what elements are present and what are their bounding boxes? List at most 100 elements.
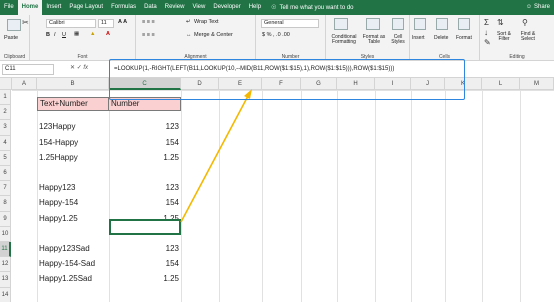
cell-c13[interactable]: 1.25	[109, 272, 179, 286]
tab-developer[interactable]: Developer	[209, 0, 244, 15]
merge-center-button[interactable]: Merge & Center	[194, 32, 233, 38]
tab-formulas[interactable]: Formulas	[107, 0, 140, 15]
delete-button[interactable]: Delete	[434, 35, 448, 41]
cell-b11[interactable]: Happy123Sad	[39, 242, 90, 256]
row-header-1[interactable]: 1	[0, 90, 11, 106]
insert-button[interactable]: Insert	[412, 35, 425, 41]
tab-data[interactable]: Data	[140, 0, 161, 15]
cell-c8[interactable]: 154	[109, 196, 179, 210]
formula-input[interactable]: =LOOKUP(1,-RIGHT(LEFT(B11,LOOKUP(10,--MI…	[114, 66, 394, 72]
cell-b7[interactable]: Happy123	[39, 181, 75, 195]
number-format-select[interactable]: General	[261, 19, 319, 28]
conditional-formatting-button[interactable]: Conditional Formatting	[328, 35, 360, 45]
fx-icon[interactable]: ✕ ✓ fx	[70, 64, 88, 71]
column-header-c[interactable]: C	[109, 78, 181, 90]
tab-view[interactable]: View	[188, 0, 209, 15]
format-cells-icon[interactable]	[458, 18, 470, 30]
column-header-d[interactable]: D	[181, 78, 219, 90]
cell-b12[interactable]: Happy-154-Sad	[39, 257, 95, 271]
fill-color-icon[interactable]: ▲	[90, 31, 95, 37]
row-header-10[interactable]: 10	[0, 226, 11, 242]
merge-icon[interactable]: ↔	[186, 32, 192, 38]
align-left-icon[interactable]: ≡ ≡ ≡	[142, 32, 155, 38]
column-header-k[interactable]: K	[445, 78, 482, 90]
insert-cells-icon[interactable]	[414, 18, 426, 30]
italic-icon[interactable]: I	[54, 32, 56, 38]
font-size-select[interactable]: 11	[98, 19, 114, 28]
column-header-j[interactable]: J	[411, 78, 445, 90]
row-header-3[interactable]: 3	[0, 120, 11, 136]
borders-icon[interactable]: ▦	[74, 31, 79, 37]
cell-styles-button[interactable]: Cell Styles	[388, 35, 408, 45]
column-header-e[interactable]: E	[219, 78, 262, 90]
share-button[interactable]: ☺ Share	[526, 0, 550, 15]
active-cell-c11[interactable]	[109, 219, 181, 235]
row-header-13[interactable]: 13	[0, 272, 11, 288]
column-header-g[interactable]: G	[301, 78, 337, 90]
name-box[interactable]: C11	[2, 64, 54, 75]
wrap-text-button[interactable]: Wrap Text	[194, 19, 219, 25]
cell-c5[interactable]: 1.25	[109, 151, 179, 165]
tab-insert[interactable]: Insert	[42, 0, 65, 15]
cell-c11[interactable]: 123	[109, 242, 179, 256]
tab-help[interactable]: Help	[245, 0, 265, 15]
tab-file[interactable]: File	[0, 0, 18, 15]
delete-cells-icon[interactable]	[436, 18, 448, 30]
bold-icon[interactable]: B	[46, 32, 50, 38]
grow-font-icon[interactable]: A A	[118, 19, 127, 25]
cell-c3[interactable]: 123	[109, 120, 179, 134]
tab-page-layout[interactable]: Page Layout	[65, 0, 107, 15]
find-select-button[interactable]: Find & Select	[516, 32, 540, 42]
column-header-f[interactable]: F	[262, 78, 301, 90]
format-as-table-button[interactable]: Format as Table	[360, 35, 388, 45]
cut-icon[interactable]: ✂	[22, 18, 29, 27]
column-header-h[interactable]: H	[337, 78, 375, 90]
column-header-i[interactable]: I	[375, 78, 411, 90]
column-header-l[interactable]: L	[482, 78, 520, 90]
cell-styles-icon[interactable]	[392, 18, 404, 30]
cell-c12[interactable]: 154	[109, 257, 179, 271]
sort-filter-button[interactable]: Sort & Filter	[493, 32, 515, 42]
sort-filter-icon[interactable]: ⇅	[497, 18, 504, 27]
wrap-text-icon[interactable]: ↵	[186, 19, 191, 25]
align-top-icon[interactable]: ≡ ≡ ≡	[142, 19, 155, 25]
format-table-icon[interactable]	[366, 18, 380, 30]
column-header-m[interactable]: M	[520, 78, 554, 90]
column-header-b[interactable]: B	[37, 78, 109, 90]
row-header-11[interactable]: 11	[0, 242, 11, 258]
header-text-number[interactable]: Text+Number	[37, 97, 109, 111]
find-icon[interactable]: ⚲	[522, 18, 528, 27]
font-color-icon[interactable]: A	[106, 31, 110, 37]
paste-button[interactable]: Paste	[4, 35, 18, 41]
row-header-9[interactable]: 9	[0, 211, 11, 227]
tell-me-box[interactable]: ☉ Tell me what you want to do	[271, 4, 353, 12]
row-header-2[interactable]: 2	[0, 105, 11, 121]
cell-b4[interactable]: 154-Happy	[39, 136, 78, 150]
underline-icon[interactable]: U	[62, 32, 66, 38]
select-all-corner[interactable]	[0, 78, 12, 90]
row-header-8[interactable]: 8	[0, 196, 11, 212]
tab-review[interactable]: Review	[161, 0, 189, 15]
fill-icon[interactable]: ↓	[484, 28, 488, 37]
format-button[interactable]: Format	[456, 35, 472, 41]
row-header-7[interactable]: 7	[0, 181, 11, 197]
row-header-5[interactable]: 5	[0, 150, 11, 166]
accounting-icon[interactable]: $ % , .0 .00	[262, 32, 290, 38]
cell-c7[interactable]: 123	[109, 181, 179, 195]
header-number[interactable]: Number	[108, 97, 181, 111]
conditional-formatting-icon[interactable]	[334, 18, 348, 30]
font-name-select[interactable]: Calibri	[46, 19, 96, 28]
row-header-12[interactable]: 12	[0, 257, 11, 273]
row-header-4[interactable]: 4	[0, 135, 11, 151]
cell-b13[interactable]: Happy1.25Sad	[39, 272, 92, 286]
autosum-icon[interactable]: Σ	[484, 18, 489, 27]
cell-b3[interactable]: 123Happy	[39, 120, 75, 134]
cell-c4[interactable]: 154	[109, 136, 179, 150]
row-header-14[interactable]: 14	[0, 287, 11, 302]
cell-b8[interactable]: Happy-154	[39, 196, 78, 210]
row-header-6[interactable]: 6	[0, 166, 11, 182]
clear-icon[interactable]: ✎	[484, 38, 491, 47]
cell-b9[interactable]: Happy1.25	[39, 212, 78, 226]
tab-home[interactable]: Home	[17, 0, 43, 15]
paste-icon[interactable]	[7, 19, 21, 31]
